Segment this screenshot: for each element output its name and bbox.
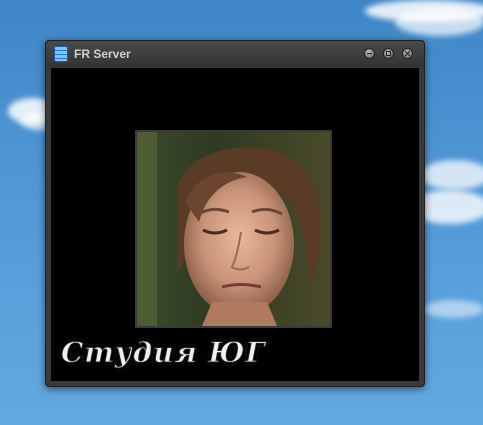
fr-server-window[interactable]: FR Server Студия ЮГ (45, 40, 425, 387)
minimize-icon[interactable] (364, 48, 375, 59)
video-viewport: Студия ЮГ (51, 68, 419, 381)
cloud (395, 8, 483, 36)
cloud (424, 300, 483, 318)
window-title: FR Server (74, 47, 131, 61)
cloud (420, 160, 483, 190)
window-titlebar[interactable]: FR Server (46, 41, 424, 67)
face-image (137, 132, 330, 326)
face-detection-frame (135, 130, 332, 328)
maximize-icon[interactable] (383, 48, 394, 59)
studio-watermark: Студия ЮГ (61, 336, 266, 370)
server-icon (54, 46, 68, 62)
close-icon[interactable] (402, 48, 413, 59)
